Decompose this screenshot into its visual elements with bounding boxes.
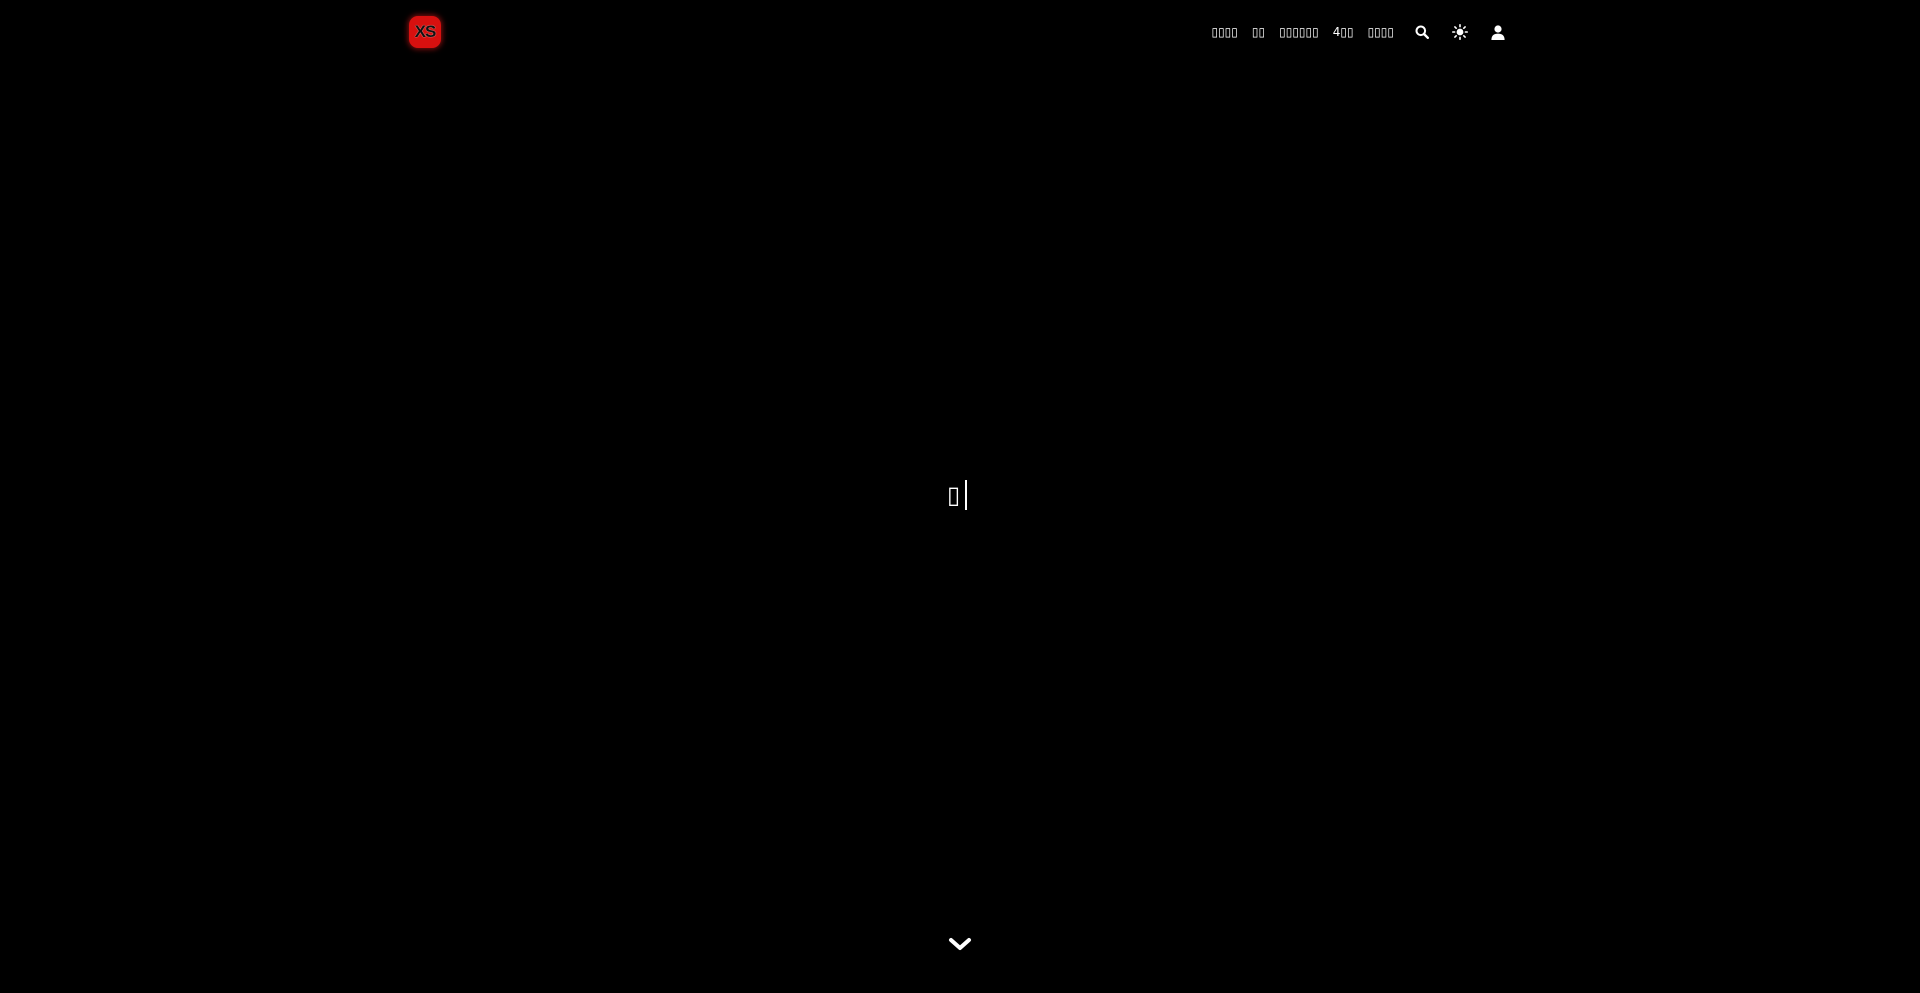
- typing-cursor: [965, 480, 968, 510]
- site-logo[interactable]: XS: [409, 16, 441, 48]
- page: XS ▯▯▯▯ ▯▯ ▯▯▯▯▯▯ 4▯▯ ▯▯▯▯ ▯: [0, 0, 1920, 993]
- site-header: XS ▯▯▯▯ ▯▯ ▯▯▯▯▯▯ 4▯▯ ▯▯▯▯: [0, 0, 1920, 64]
- search-icon[interactable]: [1412, 22, 1432, 42]
- logo-text: XS: [414, 22, 437, 41]
- nav-link-1[interactable]: ▯▯▯▯: [1211, 22, 1237, 42]
- chevron-down-icon[interactable]: [948, 935, 972, 953]
- hero-typed-glyph: ▯: [947, 481, 961, 509]
- nav-link-4[interactable]: 4▯▯: [1333, 22, 1354, 42]
- nav-link-5[interactable]: ▯▯▯▯: [1368, 22, 1394, 42]
- nav-link-3[interactable]: ▯▯▯▯▯▯: [1279, 22, 1319, 42]
- sun-icon[interactable]: [1450, 22, 1470, 42]
- nav-link-2[interactable]: ▯▯: [1252, 22, 1265, 42]
- user-icon[interactable]: [1488, 22, 1508, 42]
- hero-typing-text: ▯: [947, 479, 968, 511]
- main-nav: ▯▯▯▯ ▯▯ ▯▯▯▯▯▯ 4▯▯ ▯▯▯▯: [1211, 22, 1508, 42]
